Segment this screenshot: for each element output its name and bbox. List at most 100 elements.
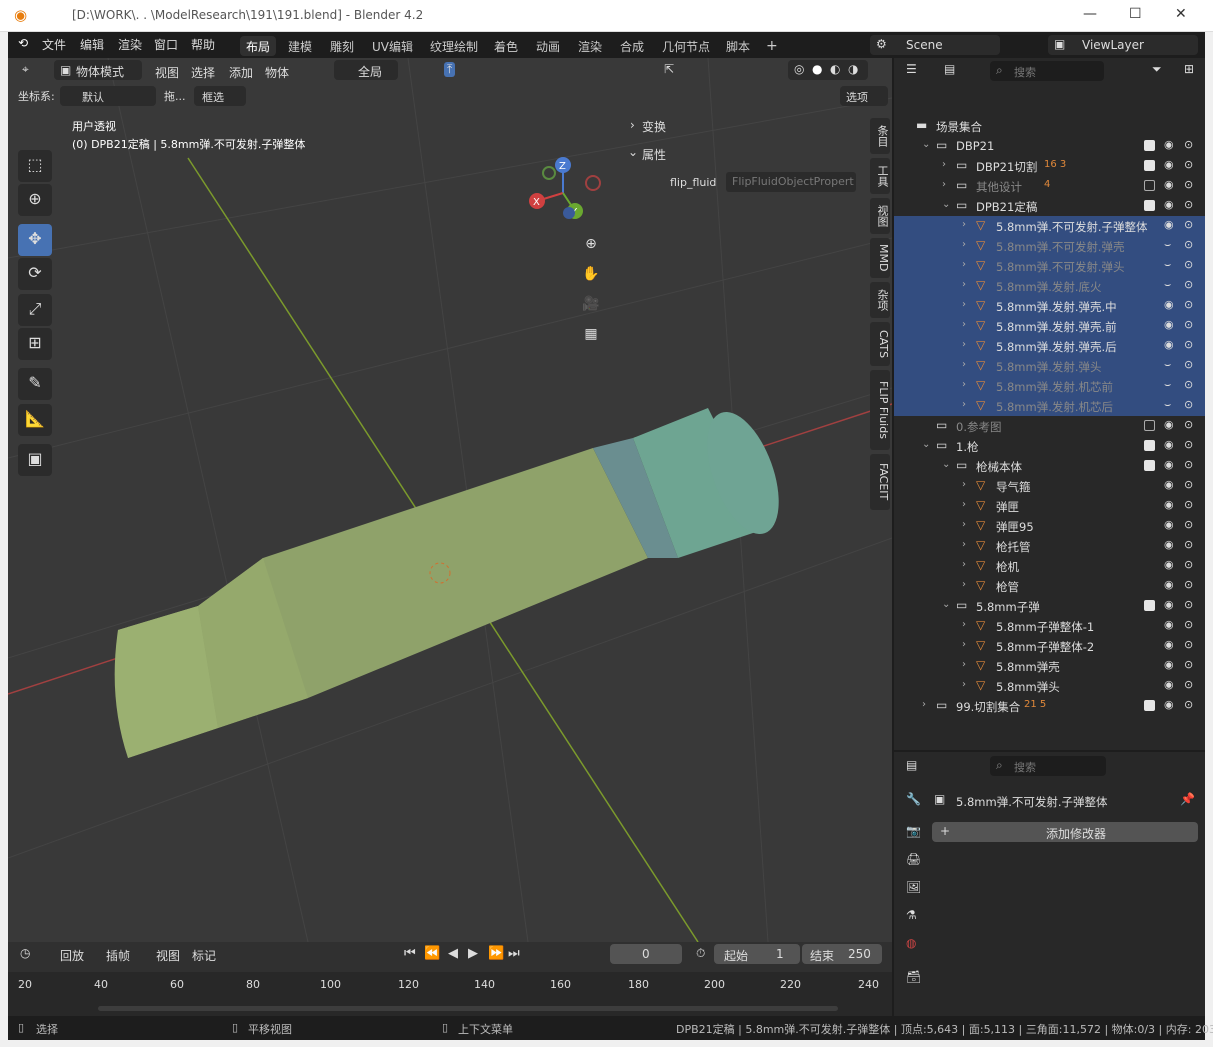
outliner-row[interactable]: › ▽ 5.8mm弹.发射.弹头 ⌣ ⊙ (894, 356, 1205, 376)
visibility-eye-icon[interactable]: ◉ (1164, 678, 1174, 691)
rendered-shading-icon[interactable]: ◑ (848, 62, 858, 76)
outliner-row[interactable]: › ▽ 5.8mm弹.发射.弹壳.前 ◉ ⊙ (894, 316, 1205, 336)
menu-edit[interactable]: 编辑 (80, 36, 104, 53)
timeline-ruler[interactable]: 20 40 60 80 100 120 140 160 180 200 220 … (8, 972, 892, 1016)
visibility-eye-icon[interactable]: ◉ (1164, 638, 1174, 651)
outliner-row[interactable]: › ▽ 弹匣95 ◉ ⊙ (894, 516, 1205, 536)
transform-panel-toggle[interactable]: › (630, 118, 635, 132)
view-layer-tab-icon[interactable]: 🖼 (906, 880, 921, 894)
outliner-row[interactable]: › ▽ 弹匣 ◉ ⊙ (894, 496, 1205, 516)
render-camera-icon[interactable]: ⊙ (1184, 698, 1193, 711)
vp-menu-select[interactable]: 选择 (191, 64, 215, 81)
outliner-row[interactable]: › ▭ 其他设计 4 ◉ ⊙ (894, 176, 1205, 196)
menu-help[interactable]: 帮助 (191, 36, 215, 53)
menu-file[interactable]: 文件 (42, 36, 66, 53)
visibility-eye-icon[interactable]: ⌣ (1164, 398, 1171, 412)
jump-start-icon[interactable]: ⏮ (404, 946, 416, 961)
end-frame-field[interactable]: 结束 250 (802, 944, 882, 964)
visibility-eye-icon[interactable]: ◉ (1164, 338, 1174, 351)
tab-rendering[interactable]: 渲染 (572, 36, 608, 56)
vp-menu-view[interactable]: 视图 (155, 64, 179, 81)
visibility-eye-icon[interactable]: ◉ (1164, 218, 1174, 231)
render-camera-icon[interactable]: ⊙ (1184, 298, 1193, 311)
render-camera-icon[interactable]: ⊙ (1184, 378, 1193, 391)
expand-arrow-icon[interactable]: › (962, 239, 966, 250)
start-frame-field[interactable]: 起始 1 (714, 944, 800, 964)
outliner-editor-icon[interactable]: ☰ (906, 62, 917, 76)
timeline-scrollbar[interactable] (98, 1006, 838, 1011)
pan-hand-icon[interactable]: ✋ (580, 266, 602, 288)
visibility-eye-icon[interactable]: ◉ (1164, 518, 1174, 531)
render-camera-icon[interactable]: ⊙ (1184, 558, 1193, 571)
tab-faceit[interactable]: FACEIT (870, 454, 890, 510)
outliner-row[interactable]: › ▽ 5.8mm弹.发射.弹壳.后 ◉ ⊙ (894, 336, 1205, 356)
play-reverse-icon[interactable]: ◀ (448, 946, 458, 961)
outliner-row[interactable]: › ▽ 5.8mm弹.发射.弹壳.中 ◉ ⊙ (894, 296, 1205, 316)
outliner-row[interactable]: ⌄ ▭ DPB21定稿 ◉ ⊙ (894, 196, 1205, 216)
outliner-row[interactable]: › ▽ 5.8mm弹.不可发射.弹头 ⌣ ⊙ (894, 256, 1205, 276)
render-camera-icon[interactable]: ⊙ (1184, 358, 1193, 371)
properties-editor[interactable]: ▤ ⌕ 搜索 🔧 📷 🖨 🖼 ⚗ ◍ 🗃 ▣ 5.8mm弹.不可发射.子弹整体 … (894, 752, 1205, 1016)
tab-shading[interactable]: 着色 (488, 36, 524, 56)
tab-scripting[interactable]: 脚本 (720, 36, 756, 56)
render-camera-icon[interactable]: ⊙ (1184, 398, 1193, 411)
render-camera-icon[interactable]: ⊙ (1184, 138, 1193, 151)
exclude-checkbox[interactable] (1144, 440, 1155, 451)
render-camera-icon[interactable]: ⊙ (1184, 658, 1193, 671)
menu-render[interactable]: 渲染 (118, 36, 142, 53)
expand-arrow-icon[interactable]: ⌄ (942, 599, 950, 610)
pin-icon[interactable]: 📌 (1180, 792, 1195, 806)
add-modifier-button[interactable]: + 添加修改器 (932, 822, 1198, 842)
exclude-checkbox[interactable] (1144, 460, 1155, 471)
visibility-eye-icon[interactable]: ◉ (1164, 598, 1174, 611)
vp-menu-add[interactable]: 添加 (229, 64, 253, 81)
transform-tool[interactable]: ⊞ (18, 328, 52, 360)
transform-panel-title[interactable]: 变换 (642, 118, 666, 135)
visibility-eye-icon[interactable]: ◉ (1164, 698, 1174, 711)
camera-view-icon[interactable]: 🎥 (580, 296, 602, 318)
outliner-search[interactable]: ⌕ 搜索 (990, 61, 1104, 81)
outliner-row[interactable]: › ▽ 5.8mm子弹整体-2 ◉ ⊙ (894, 636, 1205, 656)
transform-orientation[interactable]: 全局 (334, 60, 398, 80)
expand-arrow-icon[interactable]: › (962, 359, 966, 370)
render-camera-icon[interactable]: ⊙ (1184, 518, 1193, 531)
outliner-row[interactable]: ▬ 场景集合 (894, 116, 1205, 136)
scene-tab-icon[interactable]: ⚗ (906, 908, 917, 922)
render-camera-icon[interactable]: ⊙ (1184, 578, 1193, 591)
render-camera-icon[interactable]: ⊙ (1184, 458, 1193, 471)
visibility-eye-icon[interactable]: ⌣ (1164, 378, 1171, 392)
zoom-icon[interactable]: ⊕ (580, 236, 602, 258)
material-shading-icon[interactable]: ◐ (830, 62, 840, 76)
tab-animation[interactable]: 动画 (530, 36, 566, 56)
tab-compositing[interactable]: 合成 (614, 36, 650, 56)
visibility-eye-icon[interactable]: ◉ (1164, 298, 1174, 311)
props-editor-icon[interactable]: ▤ (906, 758, 917, 772)
world-tab-icon[interactable]: ◍ (906, 936, 916, 950)
tab-layout[interactable]: 布局 (240, 36, 277, 56)
render-camera-icon[interactable]: ⊙ (1184, 598, 1193, 611)
outliner-row[interactable]: › ▽ 枪托管 ◉ ⊙ (894, 536, 1205, 556)
next-keyframe-icon[interactable]: ⏩ (488, 946, 504, 961)
new-collection-icon[interactable]: ⊞ (1184, 62, 1194, 76)
outliner-row[interactable]: ⌄ ▭ 5.8mm子弹 ◉ ⊙ (894, 596, 1205, 616)
render-camera-icon[interactable]: ⊙ (1184, 178, 1193, 191)
visibility-eye-icon[interactable]: ◉ (1164, 478, 1174, 491)
select-box-tool[interactable]: ⬚ (18, 150, 52, 182)
props-search[interactable]: ⌕ 搜索 (990, 756, 1106, 776)
expand-arrow-icon[interactable]: › (962, 319, 966, 330)
render-camera-icon[interactable]: ⊙ (1184, 278, 1193, 291)
collection-tab-icon[interactable]: 🗃 (906, 970, 921, 984)
render-camera-icon[interactable]: ⊙ (1184, 338, 1193, 351)
exclude-checkbox[interactable] (1144, 420, 1155, 431)
expand-arrow-icon[interactable]: › (962, 619, 966, 630)
outliner-row[interactable]: › ▽ 5.8mm弹.发射.机芯后 ⌣ ⊙ (894, 396, 1205, 416)
render-camera-icon[interactable]: ⊙ (1184, 258, 1193, 271)
outliner-row[interactable]: ⌄ ▭ 枪械本体 ◉ ⊙ (894, 456, 1205, 476)
scene-selector[interactable]: ⚙ Scene (870, 35, 1000, 55)
render-camera-icon[interactable]: ⊙ (1184, 438, 1193, 451)
stopwatch-icon[interactable]: ⏱ (696, 946, 705, 961)
visibility-eye-icon[interactable]: ◉ (1164, 318, 1174, 331)
expand-arrow-icon[interactable]: › (962, 279, 966, 290)
add-workspace-button[interactable]: + (760, 36, 784, 56)
outliner-row[interactable]: › ▽ 导气箍 ◉ ⊙ (894, 476, 1205, 496)
